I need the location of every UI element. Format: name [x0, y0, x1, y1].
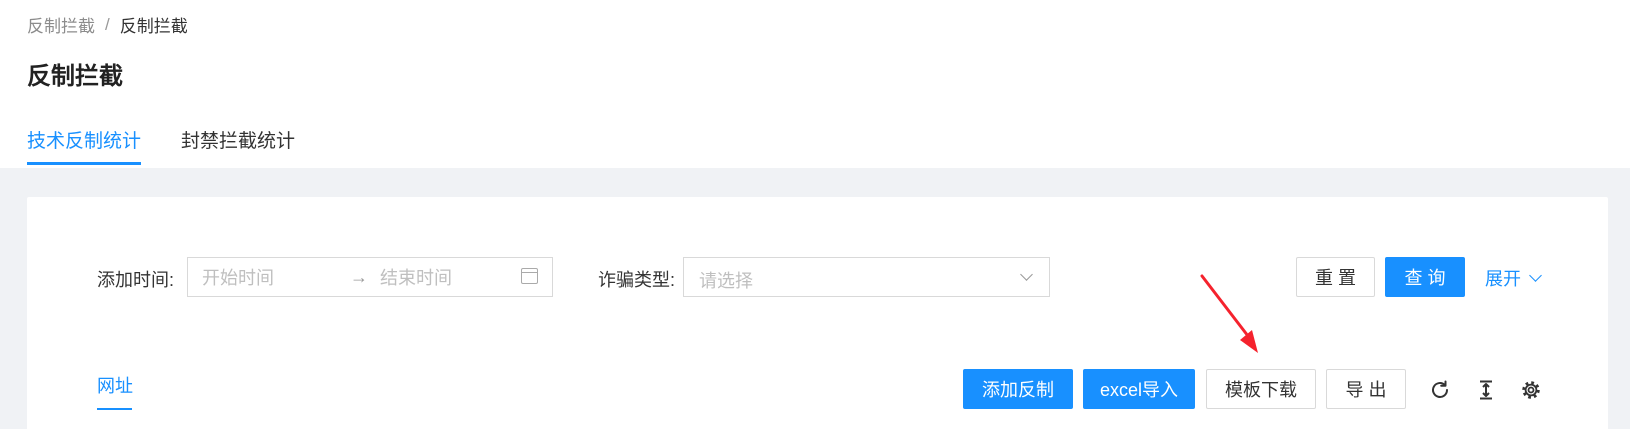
excel-import-button[interactable]: excel导入: [1083, 369, 1195, 409]
add-countermeasure-button[interactable]: 添加反制: [963, 369, 1073, 409]
template-download-button[interactable]: 模板下载: [1206, 369, 1316, 409]
tab-tech-countermeasure-stats[interactable]: 技术反制统计: [27, 126, 142, 165]
tab-bar: 技术反制统计 封禁拦截统计: [27, 126, 335, 165]
tab-url[interactable]: 网址: [97, 372, 133, 398]
column-height-icon[interactable]: [1474, 378, 1498, 402]
page-title: 反制拦截: [27, 63, 123, 90]
export-button[interactable]: 导 出: [1326, 369, 1406, 409]
start-time-input[interactable]: 开始时间: [202, 264, 274, 290]
breadcrumb-parent[interactable]: 反制拦截: [27, 12, 95, 37]
tab-url-indicator: [97, 408, 132, 410]
fraud-type-placeholder: 请选择: [699, 271, 753, 291]
reload-icon[interactable]: [1428, 378, 1452, 402]
setting-icon[interactable]: [1519, 378, 1543, 402]
range-arrow-icon: →: [350, 266, 368, 287]
time-filter-label: 添加时间:: [97, 270, 175, 290]
chevron-down-icon: [1020, 268, 1033, 281]
breadcrumb-separator: /: [105, 14, 110, 34]
expand-label: 展开: [1485, 269, 1521, 289]
calendar-icon[interactable]: [521, 268, 538, 284]
query-button[interactable]: 查 询: [1385, 257, 1465, 297]
fraud-type-label: 诈骗类型:: [598, 270, 676, 290]
expand-toggle[interactable]: 展开: [1485, 265, 1542, 291]
fraud-type-select[interactable]: 请选择: [683, 257, 1050, 297]
chevron-down-icon: [1529, 268, 1542, 282]
breadcrumb-current: 反制拦截: [119, 17, 188, 36]
tab-block-intercept-stats[interactable]: 封禁拦截统计: [181, 126, 295, 165]
page-header: 反制拦截 / 反制拦截 反制拦截 技术反制统计 封禁拦截统计: [0, 0, 1630, 168]
reset-button[interactable]: 重 置: [1296, 257, 1375, 297]
end-time-input[interactable]: 结束时间: [380, 264, 452, 290]
date-range-picker[interactable]: 开始时间 → 结束时间: [187, 257, 553, 297]
breadcrumb: 反制拦截 / 反制拦截: [27, 12, 188, 37]
